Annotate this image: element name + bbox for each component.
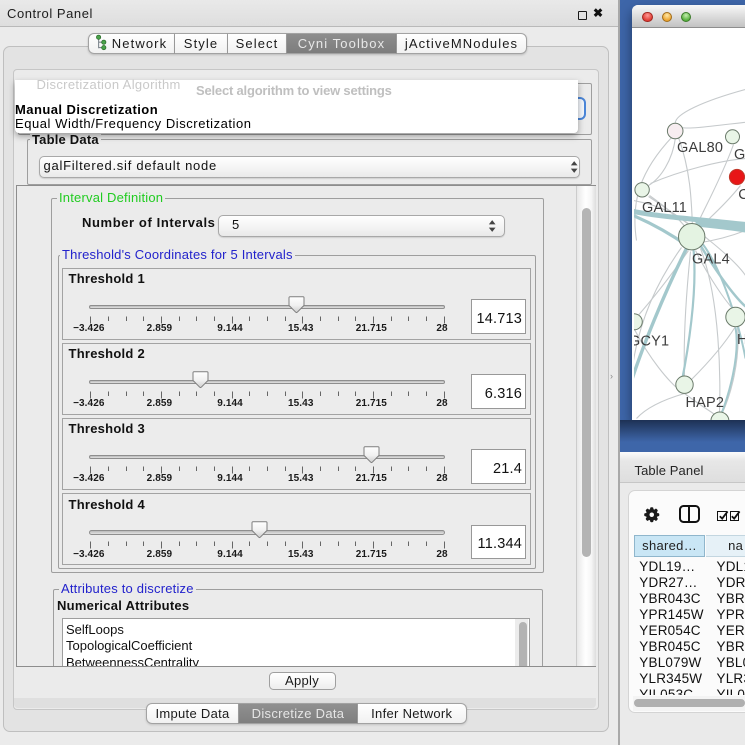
svg-text:C: C <box>738 186 745 202</box>
svg-text:GCY1: GCY1 <box>634 333 669 349</box>
svg-text:GAL11: GAL11 <box>642 200 687 216</box>
svg-text:GA: GA <box>734 147 745 163</box>
svg-text:HAP2: HAP2 <box>685 395 724 411</box>
svg-text:GAL4: GAL4 <box>692 251 730 267</box>
svg-text:GAL80: GAL80 <box>677 140 723 156</box>
svg-text:H: H <box>737 332 745 348</box>
